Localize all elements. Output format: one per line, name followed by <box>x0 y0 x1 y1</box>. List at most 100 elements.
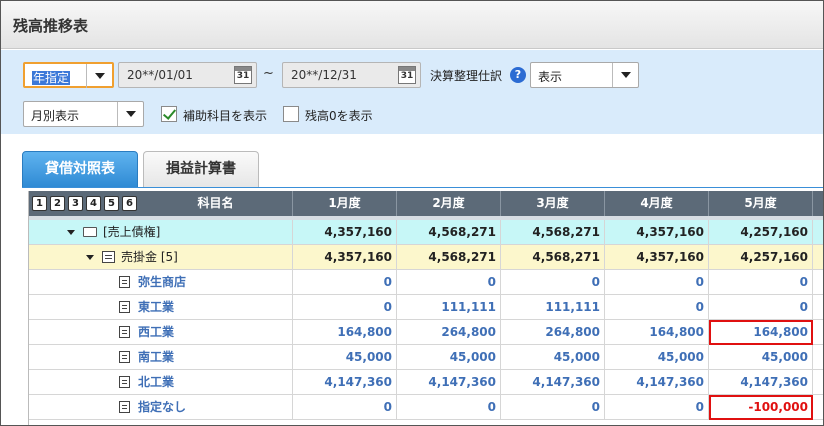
filter-panel: 年指定 20**/01/01 31 ~ 20**/12/31 31 決算整理仕訳… <box>1 50 823 134</box>
balance-cell[interactable]: 111,111 <box>501 295 605 320</box>
balance-cell[interactable]: 0 <box>397 395 501 420</box>
column-header-month[interactable]: 5月度 <box>709 191 813 216</box>
balance-cell[interactable]: 4,357,160 <box>605 245 709 270</box>
balance-cell[interactable]: 0 <box>605 270 709 295</box>
document-icon <box>119 401 130 413</box>
level-button-3[interactable]: 3 <box>68 196 83 211</box>
balance-cell[interactable]: 4,147,360 <box>397 370 501 395</box>
account-name-cell: 指定なし <box>29 395 293 420</box>
account-name[interactable]: 西工業 <box>138 325 174 339</box>
sub-account-row[interactable]: 西工業 164,800 264,800 264,800 164,800 164,800 <box>29 320 823 345</box>
balance-cell[interactable]: 4,147,360 <box>709 370 813 395</box>
column-header-month[interactable]: 4月度 <box>605 191 709 216</box>
level-button-4[interactable]: 4 <box>86 196 101 211</box>
document-icon <box>119 276 130 288</box>
grid-header: 1 2 3 4 5 6 科目名 1月度 2月度 3月度 4月度 5月度 <box>29 191 823 216</box>
balance-cell[interactable]: 111,111 <box>397 295 501 320</box>
balance-cell[interactable]: 4,568,271 <box>397 220 501 245</box>
expand-toggle-icon[interactable] <box>67 230 75 235</box>
period-mode-value: 年指定 <box>32 71 71 85</box>
balance-cell[interactable]: 4,568,271 <box>501 245 605 270</box>
account-row[interactable]: 売掛金 [5] 4,357,160 4,568,271 4,568,271 4,357,… <box>29 245 823 270</box>
chevron-down-icon[interactable] <box>117 102 143 126</box>
group-row[interactable]: [売上債権] 4,357,160 4,568,271 4,568,271 4,357,1… <box>29 220 823 245</box>
level-button-1[interactable]: 1 <box>32 196 47 211</box>
level-button-6[interactable]: 6 <box>122 196 137 211</box>
balance-cell[interactable]: 4,147,360 <box>501 370 605 395</box>
date-from-value: 20**/01/01 <box>127 68 193 82</box>
balance-cell[interactable]: 45,000 <box>605 345 709 370</box>
account-name-cell: 西工業 <box>29 320 293 345</box>
show-sub-accounts-checkbox[interactable] <box>161 106 177 122</box>
date-to-value: 20**/12/31 <box>291 68 357 82</box>
level-button-2[interactable]: 2 <box>50 196 65 211</box>
help-icon[interactable]: ? <box>510 67 526 83</box>
chevron-down-icon[interactable] <box>86 64 112 88</box>
column-header-month[interactable]: 2月度 <box>397 191 501 216</box>
balance-cell[interactable]: 45,000 <box>501 345 605 370</box>
column-header-account[interactable]: 科目名 <box>139 191 293 216</box>
sub-account-row[interactable]: 北工業 4,147,360 4,147,360 4,147,360 4,147,360 4… <box>29 370 823 395</box>
balance-cell[interactable]: 45,000 <box>397 345 501 370</box>
balance-cell[interactable]: 0 <box>501 395 605 420</box>
balance-cell[interactable]: 0 <box>709 295 813 320</box>
account-name: 売掛金 [5] <box>121 250 178 264</box>
closing-entries-label: 決算整理仕訳 <box>430 69 503 83</box>
date-to-field[interactable]: 20**/12/31 31 <box>282 62 421 88</box>
sub-account-row[interactable]: 東工業 0 111,111 111,111 0 0 <box>29 295 823 320</box>
account-name[interactable]: 南工業 <box>138 350 174 364</box>
account-name[interactable]: 東工業 <box>138 300 174 314</box>
account-name[interactable]: 北工業 <box>138 375 174 389</box>
tab-underline <box>22 187 823 188</box>
balance-cell[interactable]: 45,000 <box>293 345 397 370</box>
expand-toggle-icon[interactable] <box>86 255 94 260</box>
account-name[interactable]: 指定なし <box>138 400 186 414</box>
balance-cell[interactable]: 0 <box>397 270 501 295</box>
sub-account-row[interactable]: 弥生商店 0 0 0 0 0 <box>29 270 823 295</box>
tab-income-statement[interactable]: 損益計算書 <box>143 151 259 188</box>
document-icon <box>119 326 130 338</box>
account-name[interactable]: 弥生商店 <box>138 275 186 289</box>
balance-cell[interactable]: 0 <box>605 295 709 320</box>
balance-cell[interactable]: 4,568,271 <box>397 245 501 270</box>
balance-cell[interactable]: 0 <box>709 270 813 295</box>
range-separator: ~ <box>263 66 274 81</box>
balance-cell[interactable]: 4,357,160 <box>605 220 709 245</box>
calendar-icon[interactable]: 31 <box>398 66 416 84</box>
period-mode-select[interactable]: 年指定 <box>23 62 114 88</box>
balance-cell[interactable]: 164,800 <box>605 320 709 345</box>
chevron-down-icon[interactable] <box>612 63 638 87</box>
balance-cell[interactable]: 0 <box>501 270 605 295</box>
balance-cell[interactable]: 4,257,160 <box>709 220 813 245</box>
balance-cell[interactable]: 0 <box>293 295 397 320</box>
sub-account-row[interactable]: 南工業 45,000 45,000 45,000 45,000 45,000 <box>29 345 823 370</box>
balance-cell[interactable]: 0 <box>605 395 709 420</box>
balance-cell[interactable]: 4,357,160 <box>293 220 397 245</box>
balance-cell[interactable]: -100,000 <box>709 395 813 420</box>
sub-account-row[interactable]: 指定なし 0 0 0 0 -100,000 <box>29 395 823 420</box>
column-header-month[interactable]: 3月度 <box>501 191 605 216</box>
closing-entries-select[interactable]: 表示 <box>530 62 639 88</box>
date-from-field[interactable]: 20**/01/01 31 <box>118 62 257 88</box>
balance-cell[interactable]: 264,800 <box>501 320 605 345</box>
balance-cell[interactable]: 4,147,360 <box>605 370 709 395</box>
tab-balance-sheet[interactable]: 貸借対照表 <box>22 151 138 188</box>
balance-cell[interactable]: 45,000 <box>709 345 813 370</box>
balance-cell[interactable]: 0 <box>293 270 397 295</box>
balance-cell[interactable]: 164,800 <box>709 320 813 345</box>
column-header-month[interactable]: 1月度 <box>293 191 397 216</box>
balance-cell[interactable]: 4,147,360 <box>293 370 397 395</box>
account-name-cell: 南工業 <box>29 345 293 370</box>
level-button-5[interactable]: 5 <box>104 196 119 211</box>
calendar-icon[interactable]: 31 <box>234 66 252 84</box>
show-zero-balance-checkbox[interactable] <box>283 106 299 122</box>
balance-cell[interactable]: 4,568,271 <box>501 220 605 245</box>
balance-cell[interactable]: 4,257,160 <box>709 245 813 270</box>
account-name-cell: 弥生商店 <box>29 270 293 295</box>
balance-cell[interactable]: 264,800 <box>397 320 501 345</box>
balance-cell[interactable]: 164,800 <box>293 320 397 345</box>
balance-cell[interactable]: 4,357,160 <box>293 245 397 270</box>
title-bar: 残高推移表 <box>1 1 823 49</box>
view-mode-select[interactable]: 月別表示 <box>23 101 144 127</box>
balance-cell[interactable]: 0 <box>293 395 397 420</box>
